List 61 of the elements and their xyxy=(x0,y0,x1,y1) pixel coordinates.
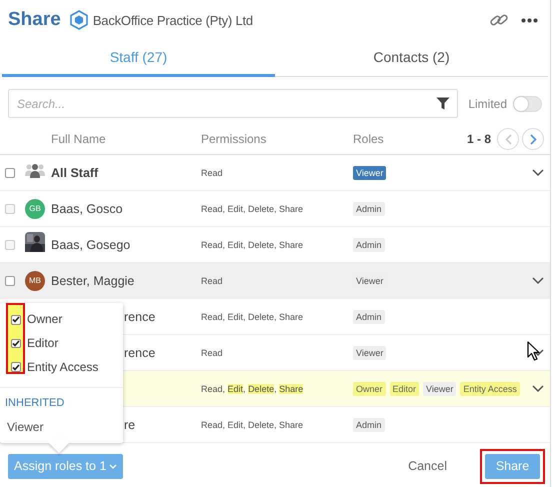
expand-chevron-icon[interactable] xyxy=(532,276,544,284)
staff-name: Baas, Gosego xyxy=(51,238,130,252)
expand-chevron-icon[interactable] xyxy=(532,384,544,392)
column-header: Permissions xyxy=(201,132,268,146)
role-tag: Viewer xyxy=(353,346,386,360)
tab[interactable]: Contacts (2) xyxy=(275,40,548,77)
column-header: Full Name xyxy=(51,132,107,146)
cancel-button[interactable]: Cancel xyxy=(402,458,453,474)
role-tag: Admin xyxy=(353,310,385,324)
role-tag: Viewer xyxy=(423,382,456,396)
hexagon-icon xyxy=(70,10,88,30)
chevron-right-icon xyxy=(530,134,536,144)
caret-icon xyxy=(109,464,118,468)
role-checkbox[interactable] xyxy=(10,338,20,348)
permissions-text: Read, Edit, Delete, Share xyxy=(201,204,304,214)
role-tag: Owner xyxy=(353,382,386,396)
page-range: 1 - 8 xyxy=(466,132,491,146)
row-checkbox[interactable] xyxy=(5,276,15,286)
staff-name: Bester, Maggie xyxy=(51,274,134,288)
permissions-text: Read, Edit, Delete, Share xyxy=(201,312,304,322)
avatar: GB xyxy=(25,198,45,218)
permissions-text: Read xyxy=(201,348,223,358)
role-checkbox[interactable] xyxy=(10,315,20,325)
staff-name: rence xyxy=(124,310,156,324)
mouse-pointer-icon xyxy=(527,341,541,361)
role-option[interactable]: Editor xyxy=(27,335,98,351)
inherited-role: Viewer xyxy=(7,420,44,434)
role-tag: Entity Access xyxy=(460,382,520,396)
table-row[interactable]: MB Bester, Maggie Read Viewer xyxy=(0,263,550,299)
expand-chevron-icon[interactable] xyxy=(532,348,544,356)
staff-name: Baas, Gosco xyxy=(51,202,123,216)
toggle-label: Limited xyxy=(468,96,507,110)
permissions-text: Read, Edit, Delete, Share xyxy=(201,384,304,394)
organization-name: BackOffice Practice (Pty) Ltd xyxy=(92,12,253,28)
staff-name: rence xyxy=(124,346,156,360)
avatar: MB xyxy=(25,270,45,290)
section-heading: INHERITED xyxy=(5,397,64,409)
staff-name: re xyxy=(124,418,136,432)
filter-icon[interactable] xyxy=(436,97,450,110)
permissions-text: Read xyxy=(201,168,223,178)
permissions-text: Read, Edit, Delete, Share xyxy=(201,420,304,430)
role-tag: Admin xyxy=(353,418,385,432)
permissions-text: Read xyxy=(201,276,223,286)
permissions-text: Read, Edit, Delete, Share xyxy=(201,240,304,250)
staff-name: All Staff xyxy=(51,166,98,180)
chevron-left-icon xyxy=(504,134,512,144)
dialog-title: Share xyxy=(8,9,61,31)
role-tag: Admin xyxy=(353,202,385,216)
role-tag: Admin xyxy=(353,238,385,252)
expand-chevron-icon[interactable] xyxy=(532,168,544,176)
role-checkbox[interactable] xyxy=(10,362,20,372)
role-option[interactable]: Owner xyxy=(27,311,98,327)
column-header: Roles xyxy=(353,132,385,146)
group-icon xyxy=(25,162,45,178)
search-field[interactable]: Search... xyxy=(8,89,458,118)
next-page-button[interactable] xyxy=(522,128,544,150)
limited-toggle[interactable] xyxy=(513,96,542,112)
row-checkbox[interactable] xyxy=(5,168,15,178)
role-tag: Editor xyxy=(390,382,420,396)
more-icon[interactable] xyxy=(521,18,538,22)
role-tag: Viewer xyxy=(353,166,386,180)
